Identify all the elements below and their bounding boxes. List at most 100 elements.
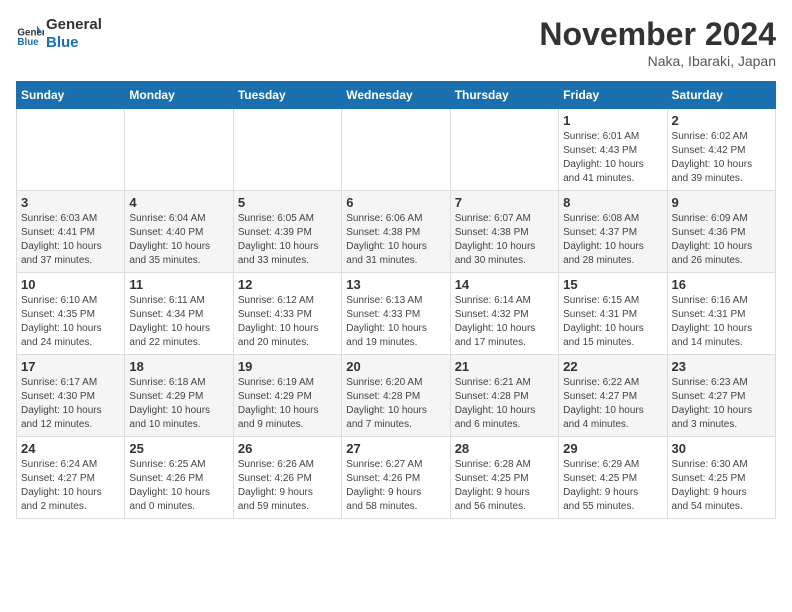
day-number: 29 — [563, 441, 662, 456]
col-header-wednesday: Wednesday — [342, 82, 450, 109]
day-cell: 30 Sunrise: 6:30 AMSunset: 4:25 PMDayligh… — [667, 437, 775, 519]
day-info: Sunrise: 6:23 AMSunset: 4:27 PMDaylight:… — [672, 376, 771, 432]
day-cell: 14 Sunrise: 6:14 AMSunset: 4:32 PMDayligh… — [450, 273, 558, 355]
logo-icon: General Blue — [16, 20, 44, 48]
day-info: Sunrise: 6:13 AMSunset: 4:33 PMDaylight:… — [346, 294, 445, 350]
day-info: Sunrise: 6:12 AMSunset: 4:33 PMDaylight:… — [238, 294, 337, 350]
header-row: SundayMondayTuesdayWednesdayThursdayFrid… — [17, 82, 776, 109]
day-cell: 1 Sunrise: 6:01 AMSunset: 4:43 PMDaylight… — [559, 109, 667, 191]
day-number: 28 — [455, 441, 554, 456]
day-info: Sunrise: 6:16 AMSunset: 4:31 PMDaylight:… — [672, 294, 771, 350]
day-cell: 4 Sunrise: 6:04 AMSunset: 4:40 PMDaylight… — [125, 191, 233, 273]
col-header-monday: Monday — [125, 82, 233, 109]
day-info: Sunrise: 6:04 AMSunset: 4:40 PMDaylight:… — [129, 212, 228, 268]
day-info: Sunrise: 6:14 AMSunset: 4:32 PMDaylight:… — [455, 294, 554, 350]
day-cell: 26 Sunrise: 6:26 AMSunset: 4:26 PMDayligh… — [233, 437, 341, 519]
day-info: Sunrise: 6:28 AMSunset: 4:25 PMDaylight:… — [455, 458, 554, 514]
day-cell: 11Sunrise: 6:11 AMSunset: 4:34 PMDayligh… — [125, 273, 233, 355]
day-cell: 7 Sunrise: 6:07 AMSunset: 4:38 PMDaylight… — [450, 191, 558, 273]
day-info: Sunrise: 6:18 AMSunset: 4:29 PMDaylight:… — [129, 376, 228, 432]
day-cell: 20 Sunrise: 6:20 AMSunset: 4:28 PMDayligh… — [342, 355, 450, 437]
day-cell — [233, 109, 341, 191]
day-number: 1 — [563, 113, 662, 128]
day-info: Sunrise: 6:05 AMSunset: 4:39 PMDaylight:… — [238, 212, 337, 268]
day-info: Sunrise: 6:24 AMSunset: 4:27 PMDaylight:… — [21, 458, 120, 514]
logo: General Blue General Blue — [16, 16, 102, 52]
week-row-4: 17Sunrise: 6:17 AMSunset: 4:30 PMDayligh… — [17, 355, 776, 437]
day-info: Sunrise: 6:20 AMSunset: 4:28 PMDaylight:… — [346, 376, 445, 432]
day-number: 23 — [672, 359, 771, 374]
day-info: Sunrise: 6:01 AMSunset: 4:43 PMDaylight:… — [563, 130, 662, 186]
col-header-thursday: Thursday — [450, 82, 558, 109]
day-number: 18 — [129, 359, 228, 374]
day-info: Sunrise: 6:15 AMSunset: 4:31 PMDaylight:… — [563, 294, 662, 350]
day-number: 9 — [672, 195, 771, 210]
day-cell: 23 Sunrise: 6:23 AMSunset: 4:27 PMDayligh… — [667, 355, 775, 437]
day-cell — [342, 109, 450, 191]
day-info: Sunrise: 6:25 AMSunset: 4:26 PMDaylight:… — [129, 458, 228, 514]
col-header-sunday: Sunday — [17, 82, 125, 109]
day-number: 22 — [563, 359, 662, 374]
day-cell: 16 Sunrise: 6:16 AMSunset: 4:31 PMDayligh… — [667, 273, 775, 355]
day-number: 7 — [455, 195, 554, 210]
day-number: 8 — [563, 195, 662, 210]
day-info: Sunrise: 6:10 AMSunset: 4:35 PMDaylight:… — [21, 294, 120, 350]
day-info: Sunrise: 6:09 AMSunset: 4:36 PMDaylight:… — [672, 212, 771, 268]
day-cell: 21 Sunrise: 6:21 AMSunset: 4:28 PMDayligh… — [450, 355, 558, 437]
day-info: Sunrise: 6:21 AMSunset: 4:28 PMDaylight:… — [455, 376, 554, 432]
svg-text:Blue: Blue — [17, 37, 39, 48]
logo-text-line1: General — [46, 16, 102, 34]
day-info: Sunrise: 6:22 AMSunset: 4:27 PMDaylight:… — [563, 376, 662, 432]
day-cell — [450, 109, 558, 191]
day-cell: 6 Sunrise: 6:06 AMSunset: 4:38 PMDaylight… — [342, 191, 450, 273]
week-row-3: 10 Sunrise: 6:10 AMSunset: 4:35 PMDayligh… — [17, 273, 776, 355]
day-number: 27 — [346, 441, 445, 456]
calendar-header: SundayMondayTuesdayWednesdayThursdayFrid… — [17, 82, 776, 109]
day-cell: 15Sunrise: 6:15 AMSunset: 4:31 PMDayligh… — [559, 273, 667, 355]
day-number: 6 — [346, 195, 445, 210]
day-info: Sunrise: 6:06 AMSunset: 4:38 PMDaylight:… — [346, 212, 445, 268]
col-header-friday: Friday — [559, 82, 667, 109]
day-cell: 5 Sunrise: 6:05 AMSunset: 4:39 PMDaylight… — [233, 191, 341, 273]
day-info: Sunrise: 6:17 AMSunset: 4:30 PMDaylight:… — [21, 376, 120, 432]
day-number: 19 — [238, 359, 337, 374]
day-number: 30 — [672, 441, 771, 456]
day-number: 4 — [129, 195, 228, 210]
col-header-tuesday: Tuesday — [233, 82, 341, 109]
day-cell: 29Sunrise: 6:29 AMSunset: 4:25 PMDayligh… — [559, 437, 667, 519]
day-number: 25 — [129, 441, 228, 456]
logo-text-line2: Blue — [46, 34, 102, 52]
day-number: 3 — [21, 195, 120, 210]
day-cell: 28 Sunrise: 6:28 AMSunset: 4:25 PMDayligh… — [450, 437, 558, 519]
day-cell — [125, 109, 233, 191]
day-info: Sunrise: 6:19 AMSunset: 4:29 PMDaylight:… — [238, 376, 337, 432]
day-number: 26 — [238, 441, 337, 456]
day-cell: 18 Sunrise: 6:18 AMSunset: 4:29 PMDayligh… — [125, 355, 233, 437]
day-cell: 27 Sunrise: 6:27 AMSunset: 4:26 PMDayligh… — [342, 437, 450, 519]
day-number: 2 — [672, 113, 771, 128]
day-number: 16 — [672, 277, 771, 292]
week-row-1: 1 Sunrise: 6:01 AMSunset: 4:43 PMDaylight… — [17, 109, 776, 191]
day-cell: 2Sunrise: 6:02 AMSunset: 4:42 PMDaylight… — [667, 109, 775, 191]
month-title: November 2024 — [539, 16, 776, 53]
day-info: Sunrise: 6:27 AMSunset: 4:26 PMDaylight:… — [346, 458, 445, 514]
title-area: November 2024 Naka, Ibaraki, Japan — [539, 16, 776, 69]
day-cell: 10 Sunrise: 6:10 AMSunset: 4:35 PMDayligh… — [17, 273, 125, 355]
day-number: 5 — [238, 195, 337, 210]
day-info: Sunrise: 6:26 AMSunset: 4:26 PMDaylight:… — [238, 458, 337, 514]
day-cell: 25 Sunrise: 6:25 AMSunset: 4:26 PMDayligh… — [125, 437, 233, 519]
day-info: Sunrise: 6:07 AMSunset: 4:38 PMDaylight:… — [455, 212, 554, 268]
day-number: 11 — [129, 277, 228, 292]
day-cell: 8 Sunrise: 6:08 AMSunset: 4:37 PMDaylight… — [559, 191, 667, 273]
day-number: 20 — [346, 359, 445, 374]
page-header: General Blue General Blue November 2024 … — [16, 16, 776, 69]
day-info: Sunrise: 6:30 AMSunset: 4:25 PMDaylight:… — [672, 458, 771, 514]
day-number: 21 — [455, 359, 554, 374]
day-number: 12 — [238, 277, 337, 292]
day-number: 14 — [455, 277, 554, 292]
day-info: Sunrise: 6:08 AMSunset: 4:37 PMDaylight:… — [563, 212, 662, 268]
day-cell: 3Sunrise: 6:03 AMSunset: 4:41 PMDaylight… — [17, 191, 125, 273]
day-cell: 13Sunrise: 6:13 AMSunset: 4:33 PMDayligh… — [342, 273, 450, 355]
col-header-saturday: Saturday — [667, 82, 775, 109]
day-number: 10 — [21, 277, 120, 292]
